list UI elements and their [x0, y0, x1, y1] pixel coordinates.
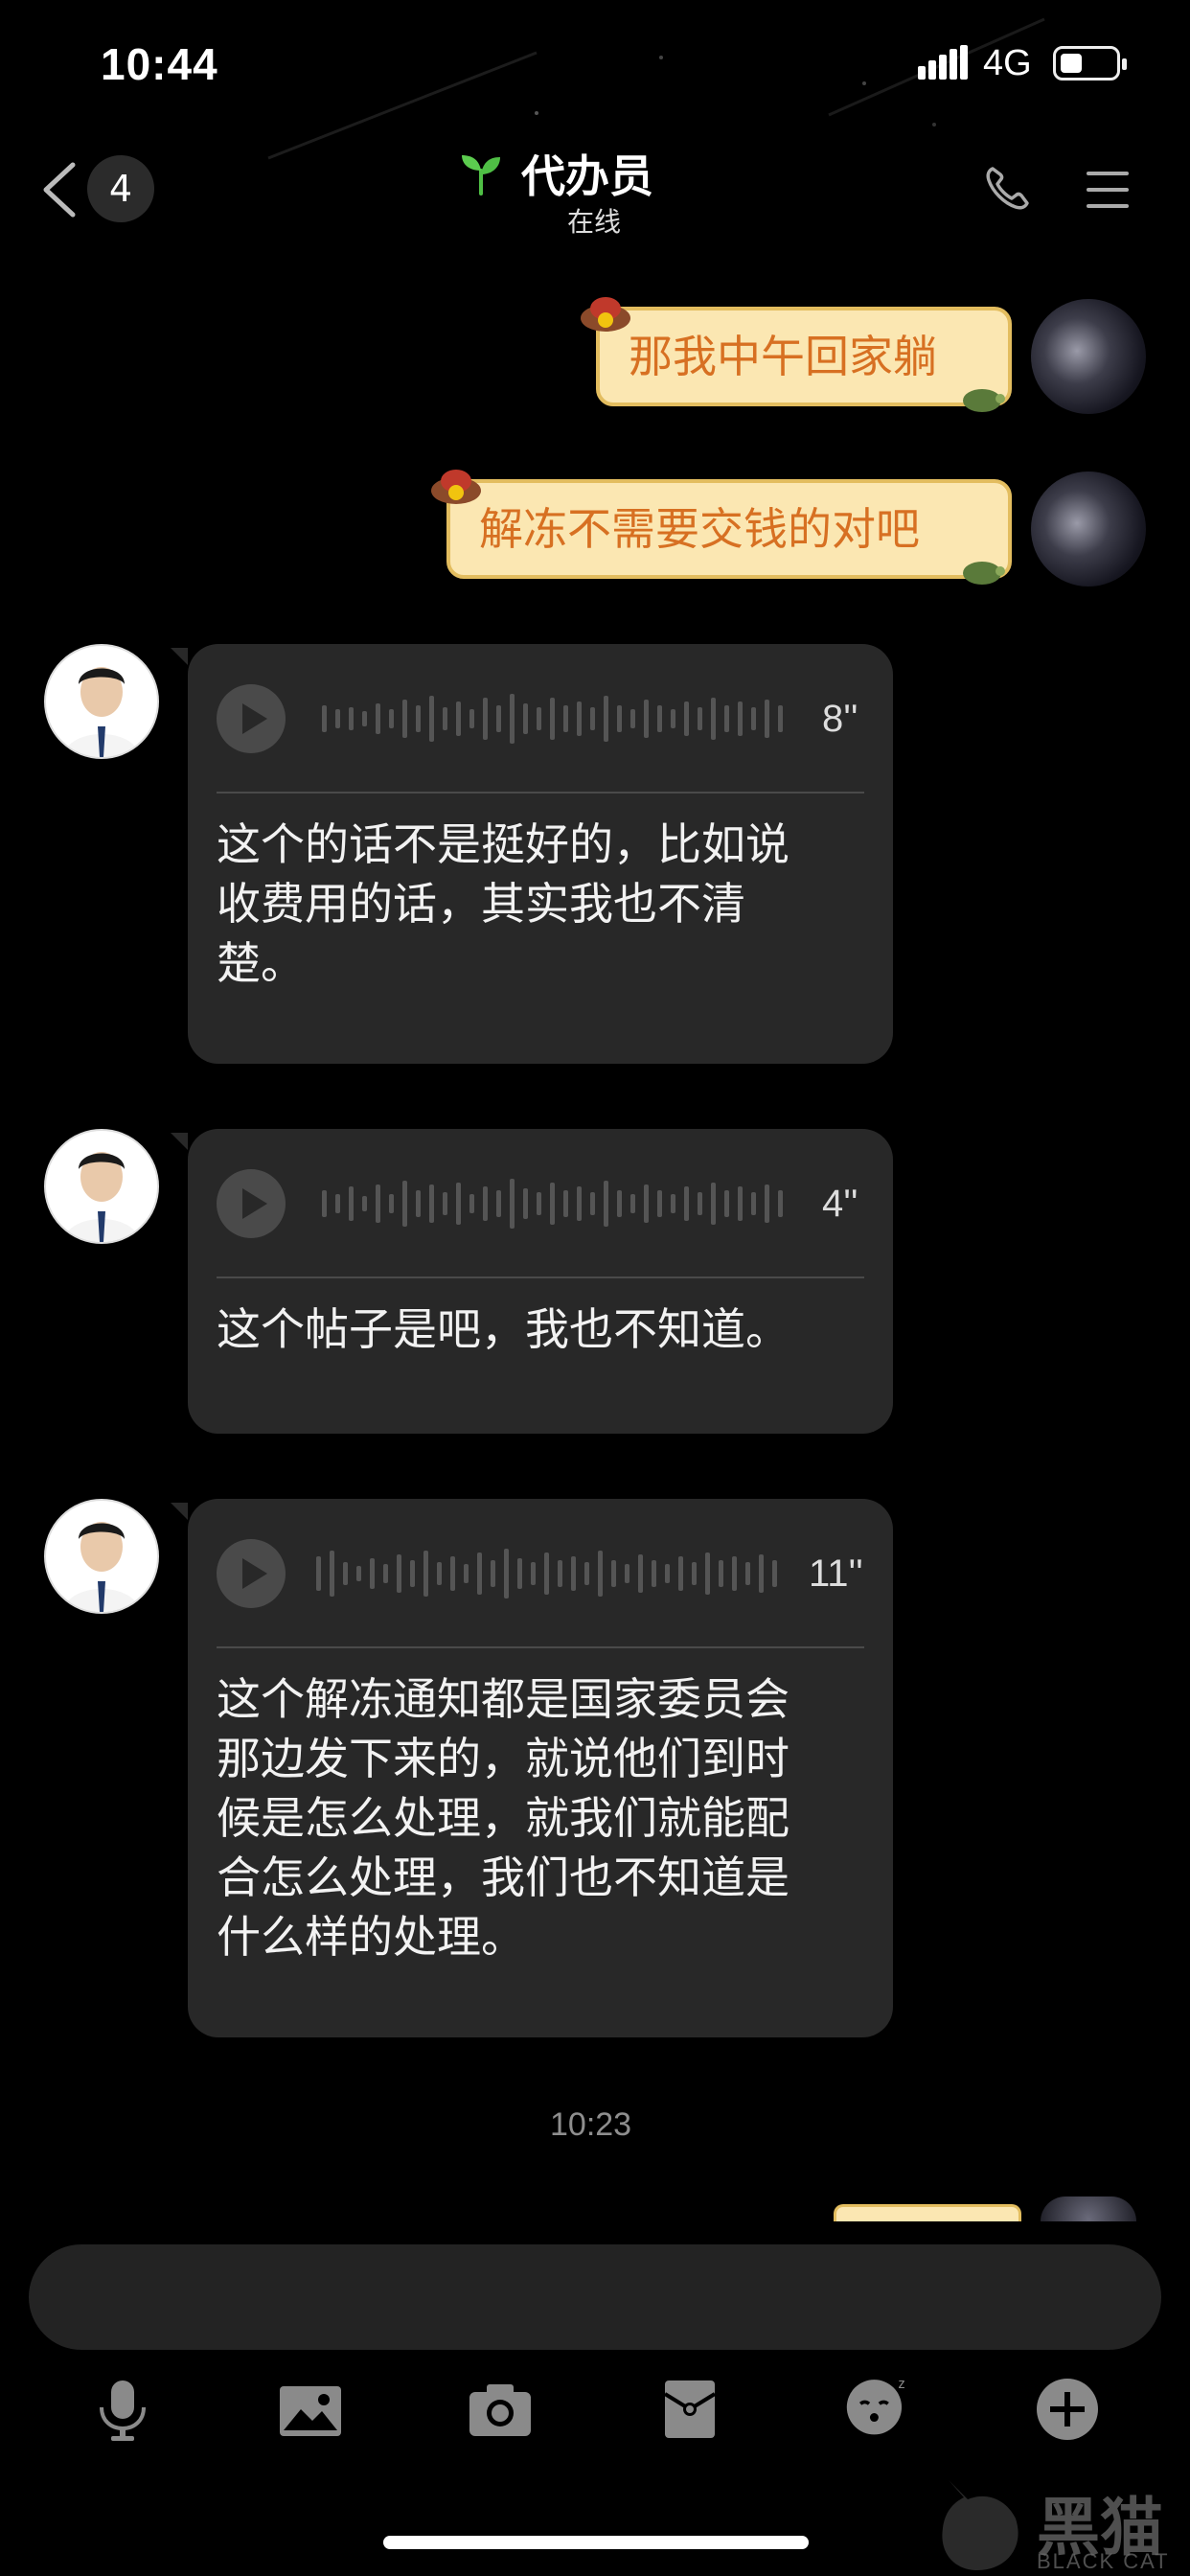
message-text: 解冻不需要交钱的对吧 [479, 503, 920, 555]
home-indicator[interactable] [383, 2536, 809, 2549]
my-avatar[interactable] [1031, 472, 1146, 586]
sprout-icon [462, 155, 500, 196]
camera-icon[interactable] [468, 2377, 533, 2442]
network-label: 4G [983, 43, 1032, 83]
voice-transcript: 这个的话不是挺好的，比如说 收费用的话，其实我也不清 楚。 [217, 818, 790, 989]
phone-icon[interactable] [983, 165, 1031, 213]
message-input[interactable] [29, 2244, 1161, 2350]
play-icon[interactable] [217, 1169, 286, 1238]
play-icon[interactable] [217, 684, 286, 753]
waveform-icon [322, 694, 783, 744]
my-avatar[interactable] [1031, 299, 1146, 414]
voice-message-bubble[interactable]: 11'' 这个解冻通知都是国家委员会 那边发下来的，就说他们到时 候是怎么处理，… [188, 1499, 893, 2037]
chat-title: 代办员 [521, 150, 653, 202]
contact-avatar[interactable] [44, 1129, 159, 1244]
status-time: 10:44 [101, 39, 218, 89]
voice-duration: 8'' [822, 698, 858, 740]
online-status: 在线 [567, 206, 622, 238]
voice-message-bubble[interactable]: 4'' 这个帖子是吧，我也不知道。 [188, 1129, 893, 1434]
signal-icon [918, 45, 968, 80]
black-cat-watermark-logo [942, 2480, 1018, 2570]
svg-text:z: z [898, 2377, 904, 2392]
hat-sticker-icon [431, 470, 481, 504]
watermark-subtext: BLACK CAT [1037, 2549, 1170, 2573]
play-icon[interactable] [217, 1539, 286, 1608]
my-message-bubble[interactable]: 解冻不需要交钱的对吧 [446, 479, 1012, 579]
message-timestamp: 10:23 [550, 2106, 632, 2143]
voice-duration: 4'' [822, 1183, 858, 1225]
turtle-sticker-icon [963, 562, 1005, 585]
message-text: 那我中午回家躺 [629, 331, 937, 382]
my-message-bubble[interactable]: 那我中午回家躺 [596, 307, 1012, 406]
microphone-icon[interactable] [90, 2377, 155, 2442]
my-avatar-partial [1041, 2196, 1136, 2221]
turtle-sticker-icon [963, 389, 1005, 412]
battery-icon [1053, 46, 1127, 80]
plus-icon[interactable] [1035, 2377, 1100, 2442]
red-packet-icon[interactable] [657, 2377, 722, 2442]
voice-transcript: 这个解冻通知都是国家委员会 那边发下来的，就说他们到时 候是怎么处理，就我们就能… [217, 1673, 790, 1963]
hat-sticker-icon [581, 297, 630, 332]
voice-duration: 11'' [809, 1552, 863, 1595]
my-message-bubble-partial [834, 2204, 1021, 2221]
unread-count-badge[interactable]: 4 [87, 155, 154, 222]
image-icon[interactable] [278, 2377, 343, 2442]
contact-avatar[interactable] [44, 644, 159, 759]
menu-icon[interactable] [1085, 169, 1131, 211]
emoji-icon[interactable]: z [845, 2373, 910, 2438]
voice-message-bubble[interactable]: 8'' 这个的话不是挺好的，比如说 收费用的话，其实我也不清 楚。 [188, 644, 893, 1064]
waveform-icon [322, 1179, 783, 1229]
contact-avatar[interactable] [44, 1499, 159, 1614]
back-chevron-icon[interactable] [38, 161, 80, 218]
voice-transcript: 这个帖子是吧，我也不知道。 [217, 1303, 790, 1355]
waveform-icon [316, 1549, 777, 1598]
